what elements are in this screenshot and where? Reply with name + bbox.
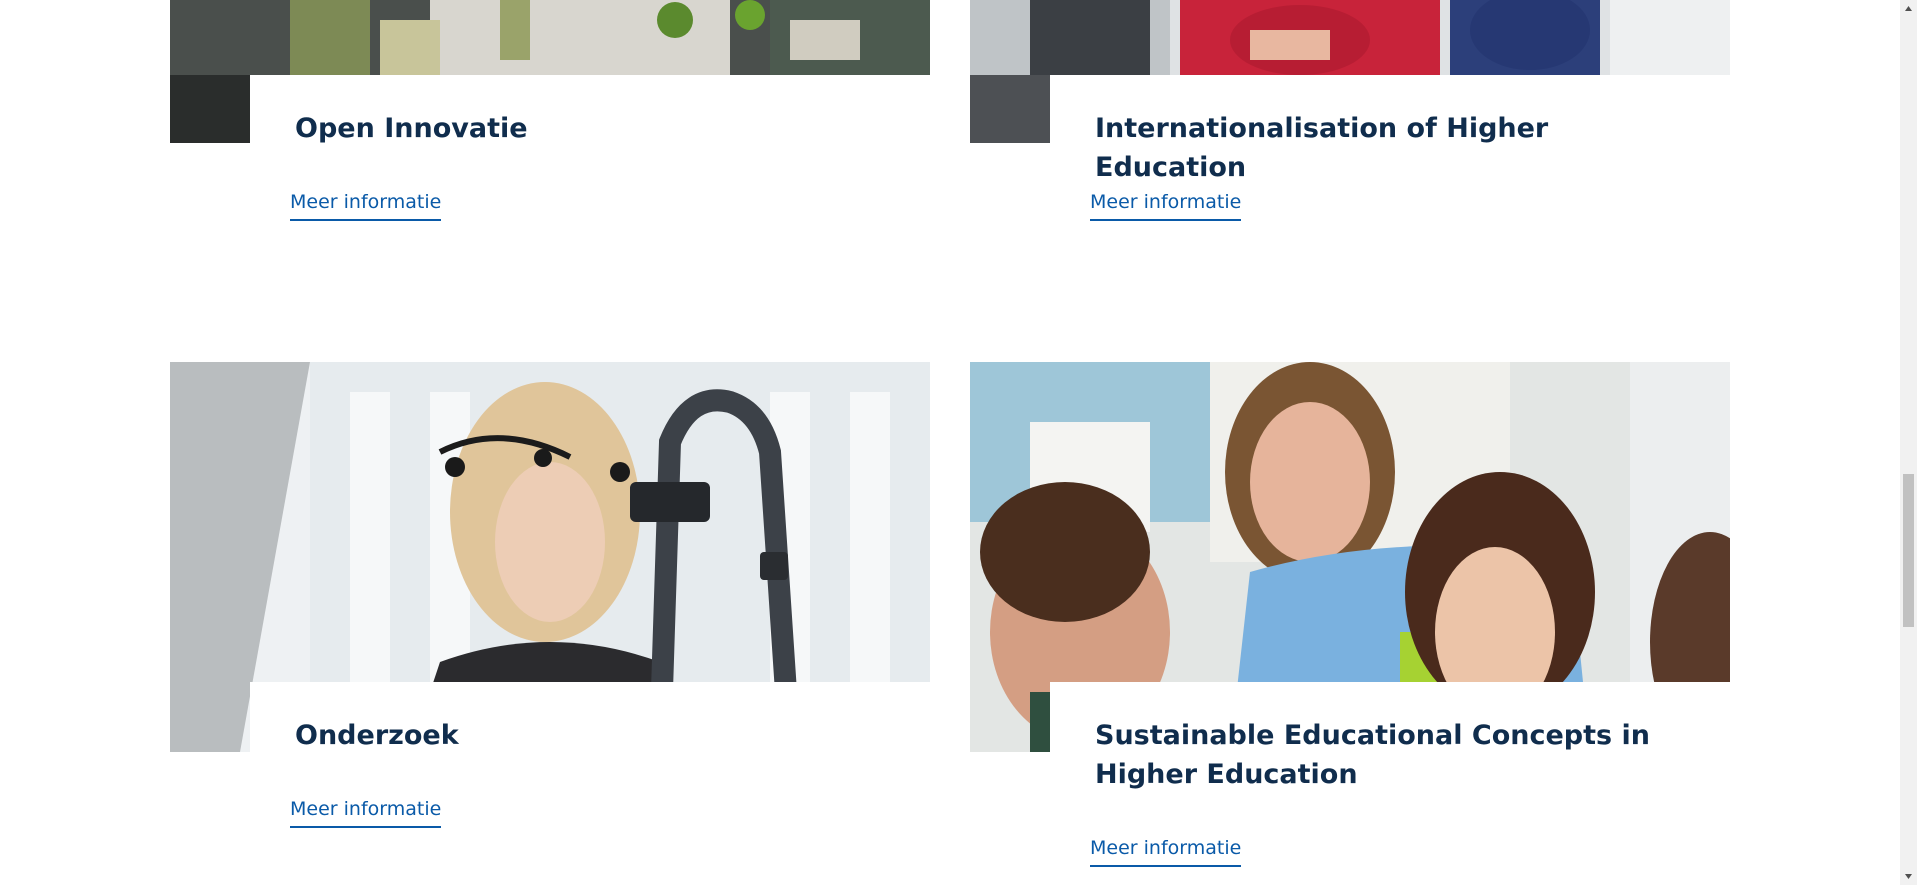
card-title: Sustainable Educational Concepts in High… xyxy=(1095,720,1650,790)
scrollbar-thumb[interactable] xyxy=(1903,474,1914,627)
card-text-panel: Open Innovatie Meer informatie xyxy=(250,75,930,250)
card-onderzoek: Onderzoek Meer informatie xyxy=(170,362,930,885)
vertical-scrollbar[interactable] xyxy=(1900,0,1917,885)
card-text-panel: Internationalisation of Higher Education… xyxy=(1050,75,1730,250)
card-internationalisation: Internationalisation of Higher Education… xyxy=(970,0,1730,250)
card-text-panel: Onderzoek Meer informatie xyxy=(250,682,930,885)
meer-informatie-link[interactable]: Meer informatie xyxy=(290,798,442,828)
card-sustainable-educational-concepts: Sustainable Educational Concepts in High… xyxy=(970,362,1730,885)
meer-informatie-link[interactable]: Meer informatie xyxy=(1090,191,1242,221)
scroll-down-icon[interactable] xyxy=(1900,869,1917,883)
card-title: Onderzoek xyxy=(295,720,459,751)
meer-informatie-link[interactable]: Meer informatie xyxy=(290,191,442,221)
meer-informatie-link[interactable]: Meer informatie xyxy=(1090,837,1242,867)
card-title: Internationalisation of Higher Education xyxy=(1095,113,1549,183)
card-open-innovatie: Open Innovatie Meer informatie xyxy=(170,0,930,250)
card-title: Open Innovatie xyxy=(295,113,528,144)
card-text-panel: Sustainable Educational Concepts in High… xyxy=(1050,682,1730,885)
scroll-up-icon[interactable] xyxy=(1900,2,1917,16)
